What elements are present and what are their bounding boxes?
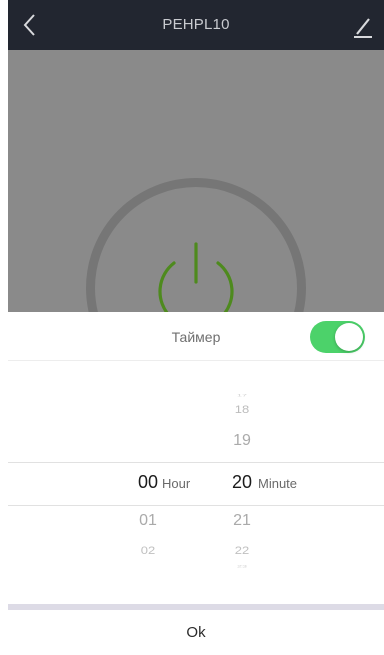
edit-button[interactable]	[350, 12, 376, 40]
minute-option[interactable]: 19	[222, 432, 262, 450]
page-title: PEHPL10	[162, 16, 230, 33]
minute-option[interactable]: 21	[222, 512, 262, 530]
device-control-area	[8, 50, 384, 312]
picker-selection-band	[8, 462, 384, 506]
hour-unit-label: Hour	[162, 476, 191, 491]
timer-toggle[interactable]	[310, 321, 365, 353]
hour-option[interactable]: 01	[128, 512, 168, 530]
power-button[interactable]	[144, 236, 248, 312]
time-picker[interactable]: 00 Hour 01 02 17 18 19 20 Minute 21 22 2…	[8, 360, 384, 604]
minute-option[interactable]: 22	[222, 544, 262, 556]
hour-option[interactable]: 02	[128, 544, 168, 556]
minute-option[interactable]: 23	[222, 564, 262, 569]
minute-unit-label: Minute	[258, 476, 298, 491]
minute-option[interactable]: 18	[222, 403, 262, 415]
power-icon	[158, 242, 234, 312]
minute-selected[interactable]: 20	[222, 472, 262, 493]
app-frame: PEHPL10 Таймер 00 Hour 01 02 17 18 19 20…	[8, 0, 384, 655]
timer-sheet: Таймер 00 Hour 01 02 17 18 19 20 Minute …	[8, 312, 384, 655]
pencil-icon	[354, 18, 372, 38]
top-nav-bar: PEHPL10	[8, 0, 384, 50]
timer-sheet-header: Таймер	[8, 312, 384, 361]
minute-option[interactable]: 17	[222, 393, 262, 398]
ok-button[interactable]: Ok	[8, 610, 384, 655]
toggle-knob	[335, 323, 363, 351]
